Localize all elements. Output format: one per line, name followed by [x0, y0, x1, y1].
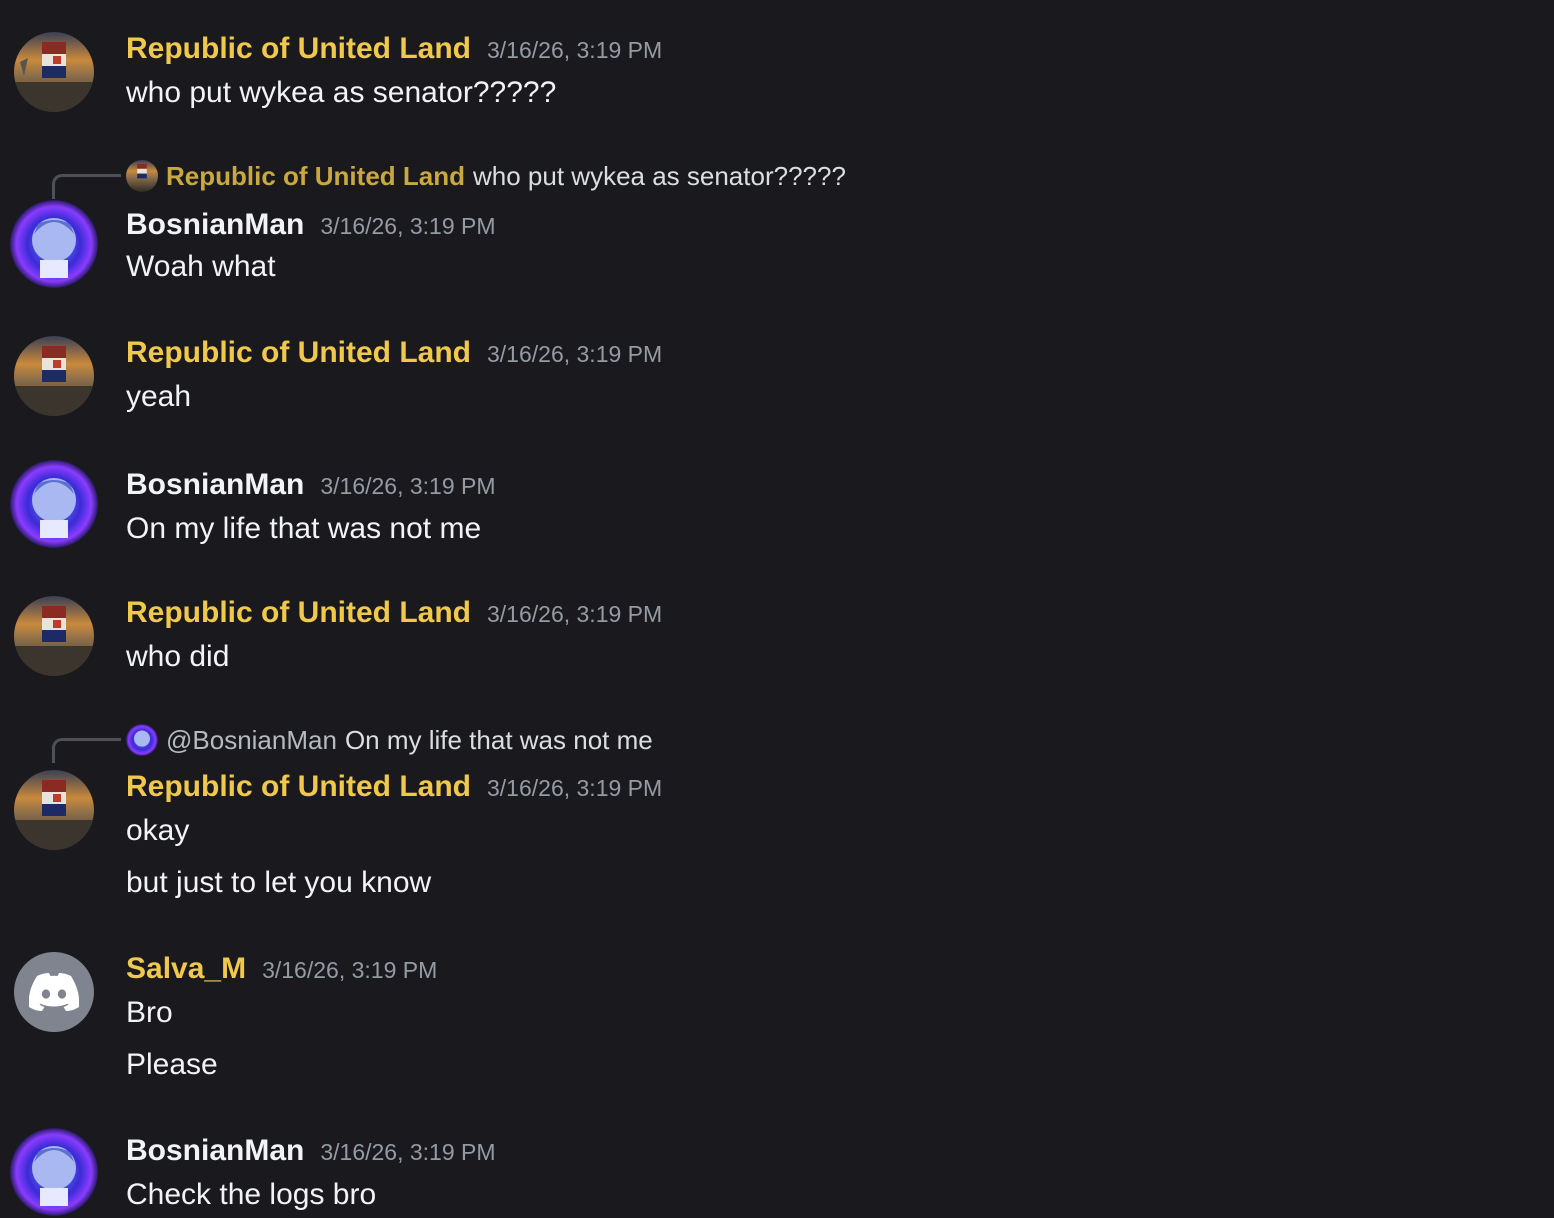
author-name[interactable]: BosnianMan — [126, 468, 304, 502]
reply-avatar — [126, 160, 158, 192]
timestamp[interactable]: 3/16/26, 3:19 PM — [487, 341, 662, 368]
avatar[interactable] — [14, 770, 94, 850]
message-text: Check the logs bro — [126, 1178, 377, 1211]
avatar[interactable] — [10, 200, 98, 288]
timestamp[interactable]: 3/16/26, 3:19 PM — [320, 213, 495, 240]
message-text: Woah what — [126, 250, 276, 283]
reply-avatar — [126, 724, 158, 756]
reply-author[interactable]: Republic of United Land — [166, 161, 465, 192]
author-name[interactable]: Republic of United Land — [126, 32, 471, 66]
avatar[interactable] — [14, 32, 94, 112]
avatar[interactable] — [14, 336, 94, 416]
reply-spine — [52, 174, 121, 199]
author-name[interactable]: BosnianMan — [126, 208, 304, 242]
timestamp[interactable]: 3/16/26, 3:19 PM — [320, 1139, 495, 1166]
message-text: Bro — [126, 996, 173, 1029]
reply-preview[interactable]: Republic of United Land who put wykea as… — [126, 160, 846, 192]
message-text: Please — [126, 1048, 218, 1081]
avatar[interactable] — [14, 596, 94, 676]
author-name[interactable]: Republic of United Land — [126, 596, 471, 630]
timestamp[interactable]: 3/16/26, 3:19 PM — [487, 601, 662, 628]
timestamp[interactable]: 3/16/26, 3:19 PM — [262, 957, 437, 984]
author-name[interactable]: Republic of United Land — [126, 770, 471, 804]
reply-spine — [52, 738, 121, 763]
reply-text[interactable]: On my life that was not me — [345, 725, 653, 756]
discord-icon — [29, 973, 79, 1011]
timestamp[interactable]: 3/16/26, 3:19 PM — [320, 473, 495, 500]
message-text: On my life that was not me — [126, 512, 482, 545]
avatar[interactable] — [14, 952, 94, 1032]
author-name[interactable]: Salva_M — [126, 952, 246, 986]
author-name[interactable]: BosnianMan — [126, 1134, 304, 1168]
avatar[interactable] — [10, 1128, 98, 1216]
message-text: who did — [126, 640, 230, 673]
timestamp[interactable]: 3/16/26, 3:19 PM — [487, 775, 662, 802]
message-text: yeah — [126, 380, 192, 413]
reply-preview[interactable]: @BosnianMan On my life that was not me — [126, 724, 653, 756]
timestamp[interactable]: 3/16/26, 3:19 PM — [487, 37, 662, 64]
reply-mention[interactable]: @BosnianMan — [166, 725, 337, 756]
message-text: who put wykea as senator????? — [126, 76, 557, 109]
message-text: but just to let you know — [126, 866, 432, 899]
message-text: okay — [126, 814, 190, 847]
author-name[interactable]: Republic of United Land — [126, 336, 471, 370]
avatar[interactable] — [10, 460, 98, 548]
reply-text[interactable]: who put wykea as senator????? — [473, 161, 846, 192]
